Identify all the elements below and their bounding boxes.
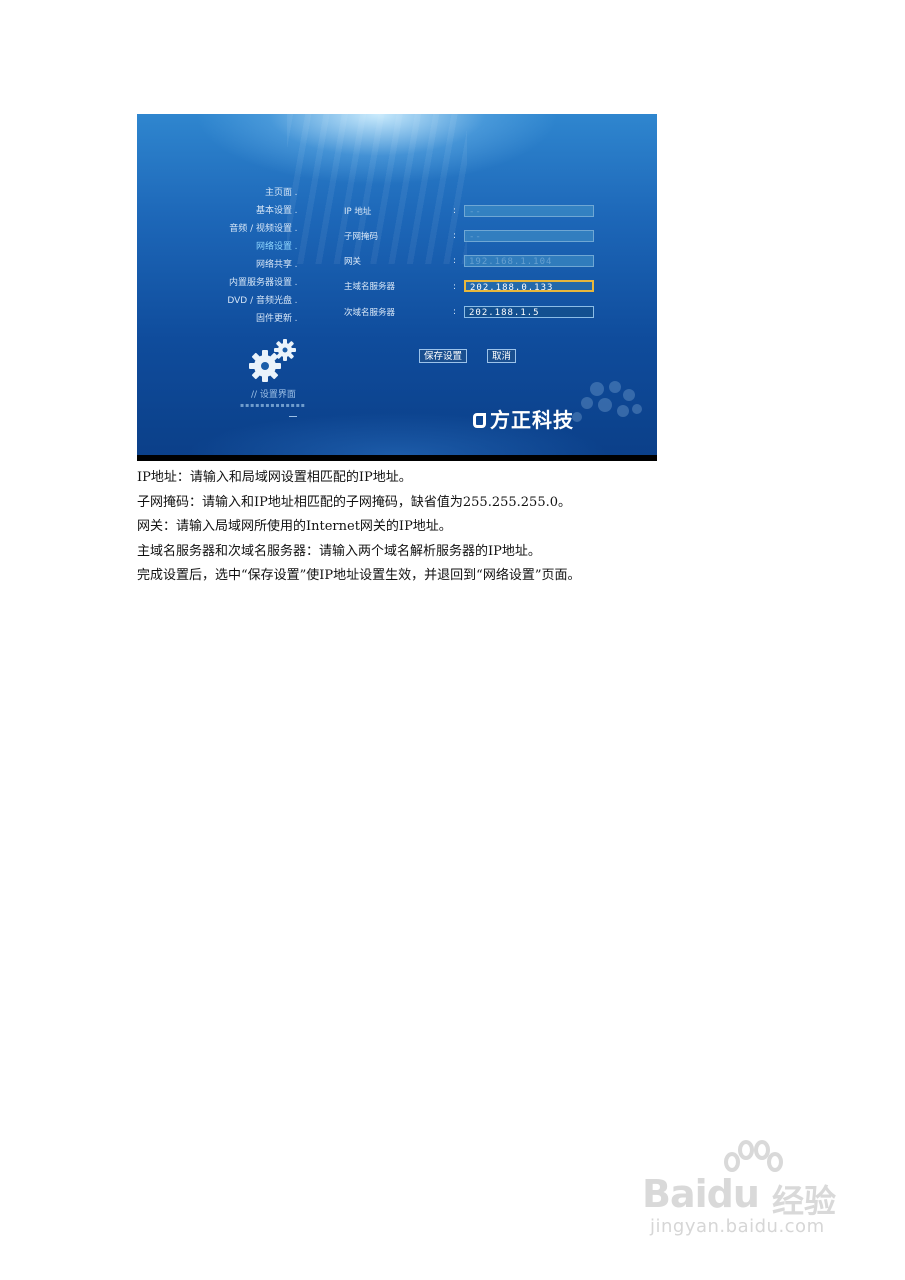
watermark-url: jingyan.baidu.com xyxy=(650,1216,825,1237)
paragraph-save: 完成设置后，选中“保存设置”使IP地址设置生效，并退回到“网络设置”页面。 xyxy=(137,568,581,584)
menu-item-network-sharing[interactable]: 网络共享. xyxy=(137,256,300,274)
subnet-mask-field[interactable]: -- xyxy=(464,230,594,242)
secondary-dns-label: 次域名服务器 xyxy=(344,308,396,318)
secondary-dns-field[interactable]: 202.188.1.5 xyxy=(464,306,594,318)
divider xyxy=(289,416,297,417)
menu-item-dvd-audio-cd[interactable]: DVD / 音频光盘. xyxy=(137,292,300,310)
watermark-brand: Baidu xyxy=(642,1172,760,1216)
founder-logo-icon xyxy=(473,413,486,428)
menu-item-server-settings[interactable]: 内置服务器设置. xyxy=(137,274,300,292)
paragraph-gateway: 网关：请输入局域网所使用的Internet网关的IP地址。 xyxy=(137,519,452,535)
founder-logo: 方正科技 xyxy=(473,404,574,433)
menu-item-firmware-update[interactable]: 固件更新. xyxy=(137,310,300,328)
primary-dns-label: 主域名服务器 xyxy=(344,282,396,292)
ip-address-field[interactable]: -- xyxy=(464,205,594,217)
gear-icon xyxy=(249,339,296,382)
gateway-field[interactable]: 192.168.1.104 xyxy=(464,255,594,267)
cancel-button[interactable]: 取消 xyxy=(487,349,517,363)
gateway-label: 网关 xyxy=(344,257,362,267)
subnet-mask-label: 子网掩码 xyxy=(344,232,379,242)
colon: : xyxy=(453,307,457,317)
ip-address-label: IP 地址 xyxy=(344,207,372,217)
settings-interface-label: // 设置界面 xyxy=(251,390,296,400)
paragraph-subnet-mask: 子网掩码：请输入和IP地址相匹配的子网掩码，缺省值为255.255.255.0。 xyxy=(137,494,571,510)
save-settings-button[interactable]: 保存设置 xyxy=(419,349,468,363)
primary-dns-field[interactable]: 202.188.0.133 xyxy=(464,280,594,293)
menu-item-home[interactable]: 主页面. xyxy=(137,184,300,202)
network-settings-screen: 主页面. 基本设置. 音频 / 视频设置. 网络设置. 网络共享. 内置服务器设… xyxy=(137,114,657,461)
menu-item-basic-settings[interactable]: 基本设置. xyxy=(137,202,300,220)
colon: : xyxy=(453,231,457,241)
article-body: IP地址：请输入和局域网设置相匹配的IP地址。 子网掩码：请输入和IP地址相匹配… xyxy=(137,466,837,589)
paragraph-ip-address: IP地址：请输入和局域网设置相匹配的IP地址。 xyxy=(137,470,412,485)
settings-menu: 主页面. 基本设置. 音频 / 视频设置. 网络设置. 网络共享. 内置服务器设… xyxy=(137,184,300,328)
paragraph-dns: 主域名服务器和次域名服务器：请输入两个域名解析服务器的IP地址。 xyxy=(137,543,541,559)
baidu-jingyan-watermark: Baidu 经验 jingyan.baidu.com xyxy=(640,1140,860,1250)
menu-item-audio-video-settings[interactable]: 音频 / 视频设置. xyxy=(137,220,300,238)
menu-item-network-settings[interactable]: 网络设置. xyxy=(137,238,300,256)
decorative-text: ▪▪▪▪▪▪▪▪▪▪▪▪▪ xyxy=(240,402,306,409)
colon: : xyxy=(453,282,457,292)
colon: : xyxy=(453,256,457,266)
colon: : xyxy=(453,206,457,216)
